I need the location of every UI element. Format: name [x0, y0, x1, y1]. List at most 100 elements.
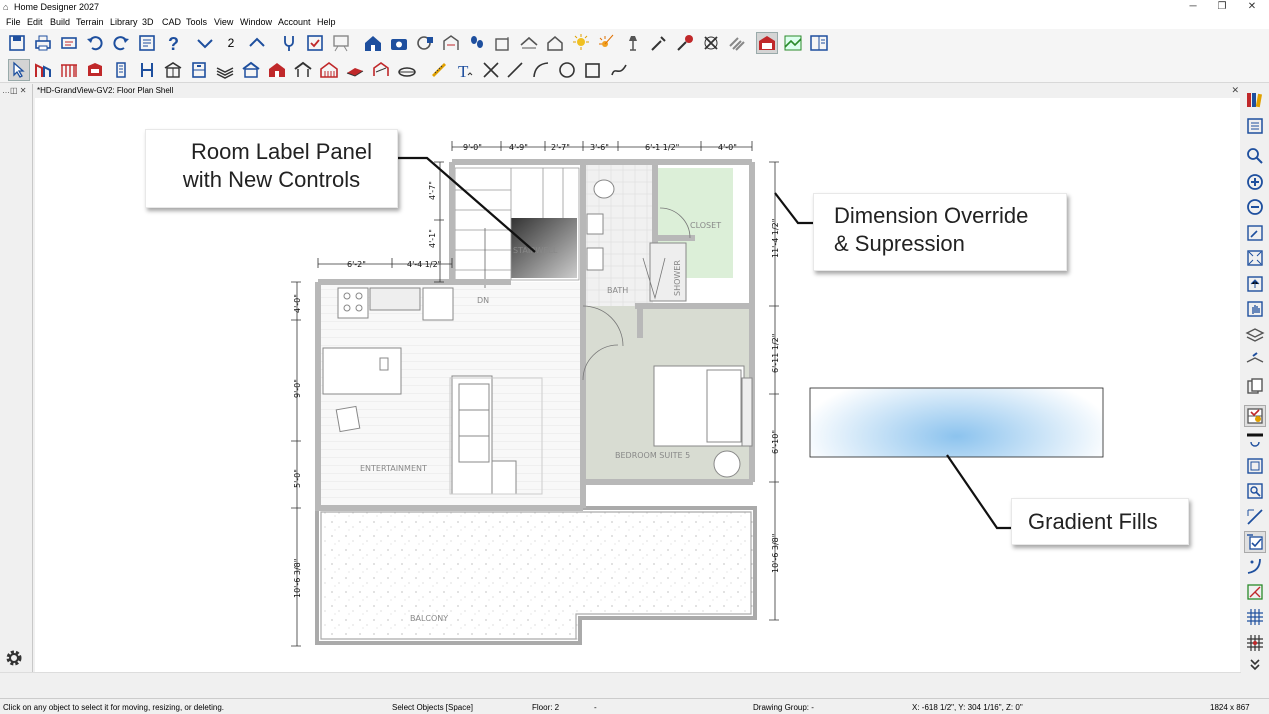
- default-settings-icon[interactable]: [136, 32, 158, 54]
- sun-angle-icon[interactable]: [596, 32, 618, 54]
- camera-icon[interactable]: [388, 32, 410, 54]
- tab-close-icon[interactable]: ✕: [1231, 85, 1239, 96]
- menu-window[interactable]: Window: [240, 17, 272, 27]
- floor-down-icon[interactable]: [194, 32, 216, 54]
- snap-grid-icon[interactable]: [1244, 632, 1266, 654]
- label-entertainment[interactable]: ENTERTAINMENT: [360, 464, 427, 473]
- menu-build[interactable]: Build: [50, 17, 70, 27]
- door-icon[interactable]: [136, 59, 158, 81]
- menu-help[interactable]: Help: [317, 17, 336, 27]
- stairs-icon[interactable]: [214, 59, 236, 81]
- fill-window-icon[interactable]: [1244, 247, 1266, 269]
- line-weight-icon[interactable]: [1244, 429, 1266, 451]
- circle-icon[interactable]: [556, 59, 578, 81]
- expand-chevron-icon[interactable]: [1244, 656, 1266, 674]
- menu-account[interactable]: Account: [278, 17, 311, 27]
- house-red-icon[interactable]: [266, 59, 288, 81]
- settings-gear-icon[interactable]: [3, 647, 25, 669]
- curve-icon[interactable]: [1244, 555, 1266, 577]
- menu-terrain[interactable]: Terrain: [76, 17, 104, 27]
- dim-top-1[interactable]: 9'-0": [463, 143, 482, 152]
- spline-icon[interactable]: [608, 59, 630, 81]
- roof-plane-icon[interactable]: [518, 32, 540, 54]
- walkthrough-icon[interactable]: [466, 32, 488, 54]
- search-icon[interactable]: [1244, 480, 1266, 502]
- dim-top-5[interactable]: 6'-1 1/2": [645, 143, 679, 152]
- fill-style-icon[interactable]: [1244, 405, 1266, 427]
- roof-icon[interactable]: [240, 59, 262, 81]
- delete-surface-icon[interactable]: [700, 32, 722, 54]
- maximize-button[interactable]: ❐: [1207, 0, 1237, 15]
- delete-x-icon[interactable]: [480, 59, 502, 81]
- deck-icon[interactable]: [370, 59, 392, 81]
- cabinet-icon[interactable]: [84, 59, 106, 81]
- dim-right-4[interactable]: 10'-6 3/8": [771, 534, 780, 573]
- layers-icon[interactable]: [1244, 324, 1266, 346]
- close-button[interactable]: ✕: [1237, 0, 1267, 15]
- split-view-icon[interactable]: [808, 32, 830, 54]
- menu-edit[interactable]: Edit: [27, 17, 43, 27]
- menu-cad[interactable]: CAD: [162, 17, 181, 27]
- plan-view-icon[interactable]: [330, 32, 352, 54]
- dim-top-2[interactable]: 4'-9": [509, 143, 528, 152]
- overview-icon[interactable]: [414, 32, 436, 54]
- label-balcony[interactable]: BALCONY: [410, 614, 448, 623]
- dim-top-4[interactable]: 3'-6": [590, 143, 609, 152]
- arc-icon[interactable]: [530, 59, 552, 81]
- rectangle-icon[interactable]: [582, 59, 604, 81]
- dropper-icon[interactable]: [648, 32, 670, 54]
- checklist-icon[interactable]: [304, 32, 326, 54]
- zoom-out-icon[interactable]: [1244, 196, 1266, 218]
- slab-icon[interactable]: [396, 59, 418, 81]
- undo-zoom-icon[interactable]: [1244, 222, 1266, 244]
- menu-3d[interactable]: 3D: [142, 17, 154, 27]
- wall-tools-icon[interactable]: [32, 59, 54, 81]
- section-view-icon[interactable]: [440, 32, 462, 54]
- box-icon[interactable]: [1244, 455, 1266, 477]
- undo-icon[interactable]: [84, 32, 106, 54]
- label-closet[interactable]: CLOSET: [690, 221, 721, 230]
- menu-tools[interactable]: Tools: [186, 17, 207, 27]
- print-icon[interactable]: [32, 32, 54, 54]
- floor-up-icon[interactable]: [246, 32, 268, 54]
- minimize-button[interactable]: ─: [1178, 0, 1208, 15]
- light-icon[interactable]: [570, 32, 592, 54]
- align-icon[interactable]: [1244, 581, 1266, 603]
- dim-right-1[interactable]: 11'-4 1/2": [771, 219, 780, 258]
- checkbox-tool-icon[interactable]: [1244, 531, 1266, 553]
- library-browser-icon[interactable]: [1244, 89, 1266, 111]
- window-icon[interactable]: [162, 59, 184, 81]
- draw-line-icon[interactable]: [1244, 506, 1266, 528]
- grid-icon[interactable]: [1244, 606, 1266, 628]
- line-icon[interactable]: [504, 59, 526, 81]
- dim-left-4[interactable]: 10'-6 3/8": [293, 559, 302, 598]
- elevation-icon[interactable]: [782, 32, 804, 54]
- label-shower[interactable]: SHOWER: [673, 260, 682, 296]
- dim-mid-2[interactable]: 4'-4 1/2": [407, 260, 441, 269]
- text-icon[interactable]: T: [454, 59, 476, 81]
- horizontal-scroll-area[interactable]: [0, 672, 1241, 698]
- cabinet-tools-icon[interactable]: [188, 59, 210, 81]
- dim-left-2[interactable]: 9'-0": [293, 379, 302, 398]
- gradient-fill-box[interactable]: [809, 387, 1104, 458]
- dim-right-3[interactable]: 6'-10": [771, 430, 780, 454]
- menu-library[interactable]: Library: [110, 17, 138, 27]
- left-panel-controls[interactable]: …◫ ✕: [2, 86, 26, 95]
- dim-left-1[interactable]: 4'-0": [293, 294, 302, 313]
- lamp-icon[interactable]: [622, 32, 644, 54]
- fill-window-building-icon[interactable]: [1244, 273, 1266, 295]
- save-icon[interactable]: [6, 32, 28, 54]
- material-painter-icon[interactable]: [674, 32, 696, 54]
- redo-icon[interactable]: [110, 32, 132, 54]
- help-icon[interactable]: ?: [162, 32, 184, 54]
- column-icon[interactable]: [110, 59, 132, 81]
- garage-icon[interactable]: [318, 59, 340, 81]
- railing-icon[interactable]: [58, 59, 80, 81]
- label-bath[interactable]: BATH: [607, 286, 628, 295]
- zoom-icon[interactable]: [1244, 145, 1266, 167]
- balcony-area[interactable]: [315, 506, 757, 645]
- document-tab[interactable]: *HD-GrandView-GV2: Floor Plan Shell ✕: [33, 84, 1241, 98]
- build-walls-icon[interactable]: [492, 32, 514, 54]
- dim-mid-1[interactable]: 6'-2": [347, 260, 366, 269]
- pan-icon[interactable]: [1244, 298, 1266, 320]
